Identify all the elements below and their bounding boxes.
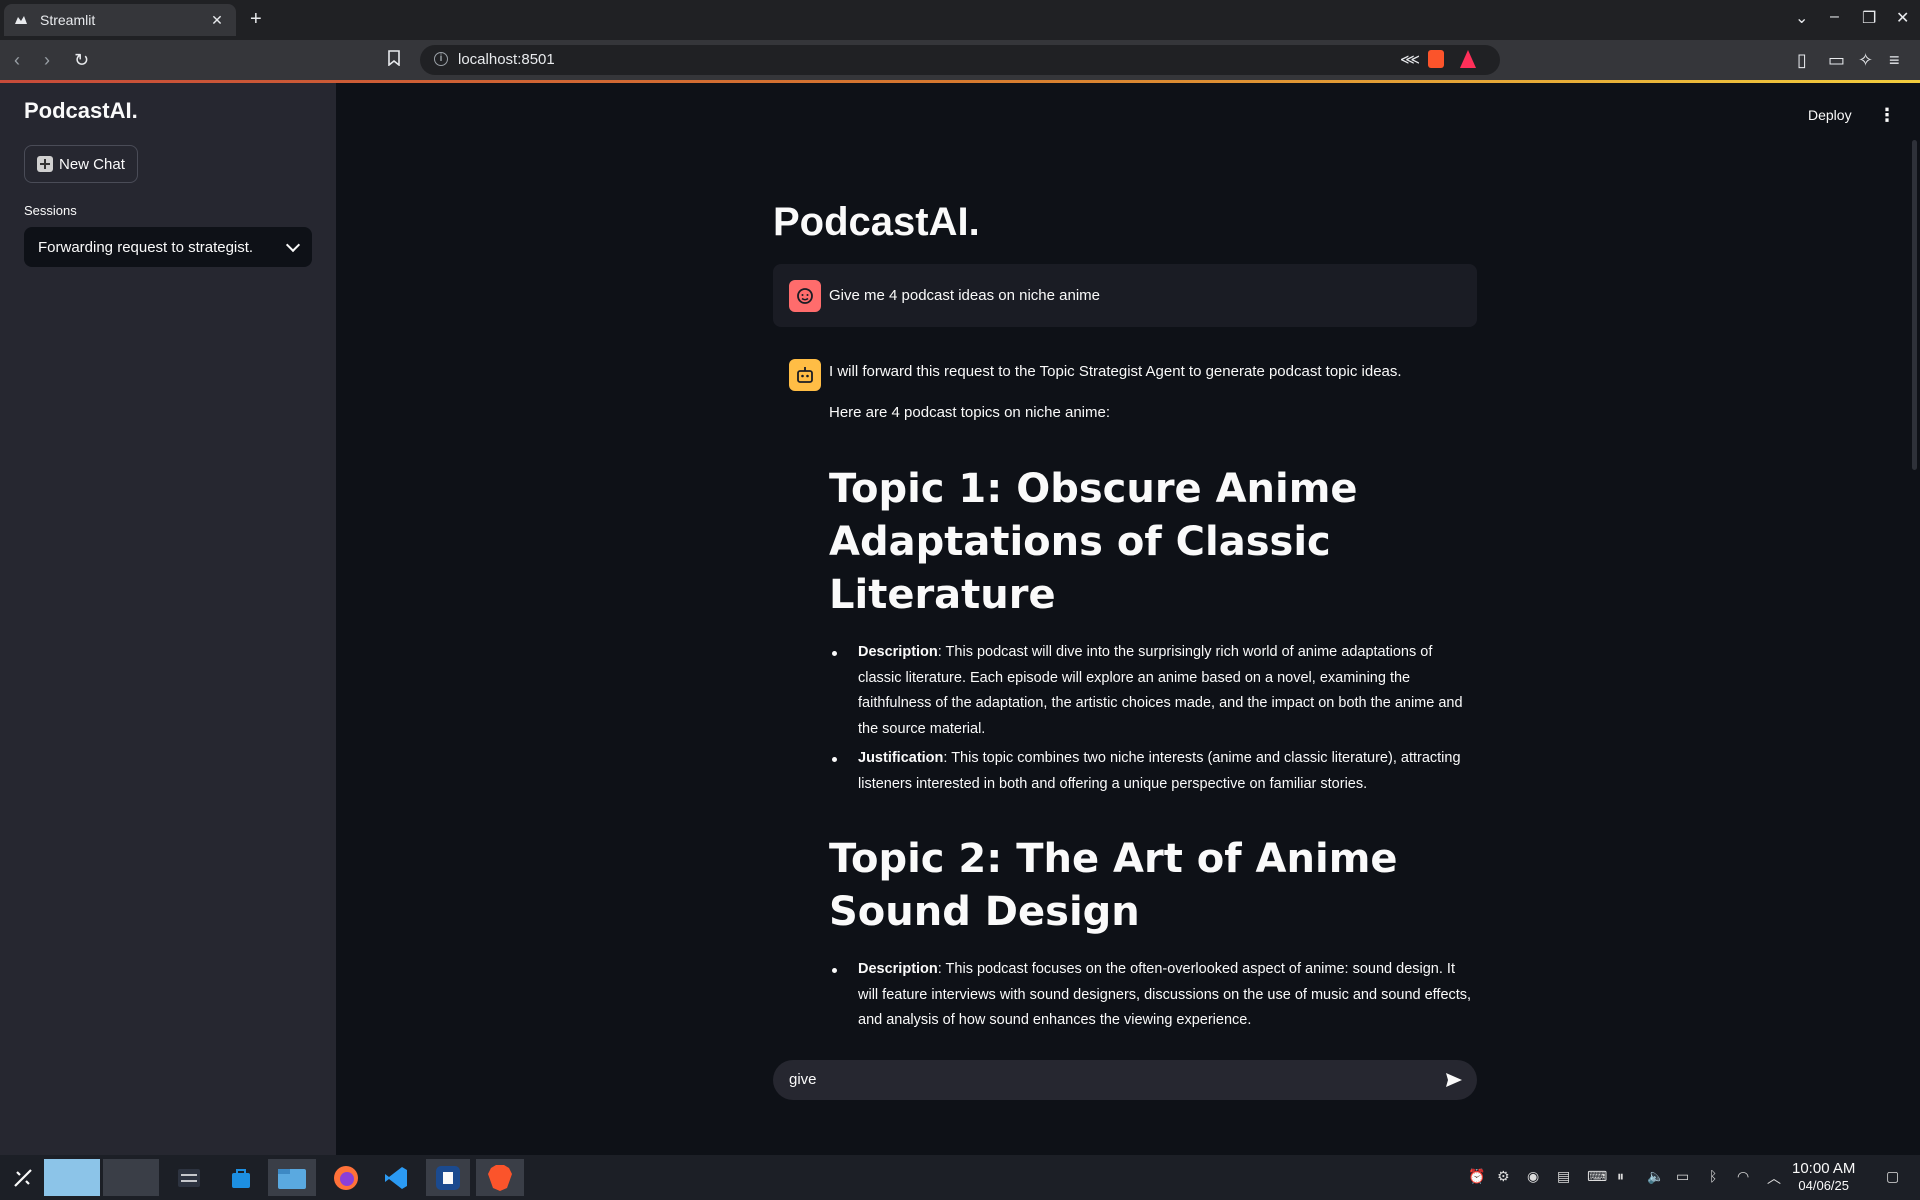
app-launcher-icon[interactable] <box>8 1159 38 1196</box>
tab-title: Streamlit <box>40 12 96 28</box>
browser-tab-bar: Streamlit ✕ + ⌄ – ❐ ✕ <box>0 0 1920 40</box>
reload-icon[interactable]: ↻ <box>74 50 89 70</box>
clock-date: 04/06/25 <box>1798 1178 1849 1193</box>
back-icon[interactable]: ‹ <box>14 50 20 70</box>
leo-ai-icon[interactable]: ✧ <box>1858 50 1873 70</box>
minimize-icon[interactable]: – <box>1830 8 1839 26</box>
notifications-icon[interactable]: ⏰ <box>1468 1168 1485 1185</box>
list-item: Description: This podcast will dive into… <box>829 640 1473 742</box>
new-chat-button[interactable]: New Chat <box>24 145 138 183</box>
sidebar-toggle-icon[interactable]: ▯ <box>1797 50 1807 70</box>
tab-close-icon[interactable]: ✕ <box>208 12 226 29</box>
clock-time: 10:00 AM <box>1792 1160 1856 1177</box>
new-chat-label: New Chat <box>59 155 125 173</box>
session-selected-value: Forwarding request to strategist. <box>38 238 254 256</box>
site-info-icon[interactable]: i <box>434 52 448 66</box>
topic-details-list: Description: This podcast focuses on the… <box>829 957 1473 1038</box>
window-close-icon[interactable]: ✕ <box>1896 8 1909 28</box>
virtual-desktop-1[interactable] <box>44 1159 100 1196</box>
share-icon[interactable]: ⋘ <box>1400 51 1420 68</box>
wallet-icon[interactable]: ▭ <box>1828 50 1845 70</box>
brave-browser-icon[interactable] <box>476 1159 524 1196</box>
browser-toolbar: ‹ › ↻ i localhost:8501 ⋘ ▯ ▭ ✧ ≡ <box>0 40 1920 80</box>
battery-icon[interactable]: ▭ <box>1676 1168 1689 1185</box>
virtual-desktop-2[interactable] <box>103 1159 159 1196</box>
browser-tab[interactable]: Streamlit ✕ <box>4 4 236 36</box>
chevron-down-icon <box>285 237 301 252</box>
sidebar-title: PodcastAI. <box>24 98 138 123</box>
user-chat-message: Give me 4 podcast ideas on niche anime <box>773 264 1477 327</box>
browser-menu-icon[interactable]: ≡ <box>1889 50 1900 70</box>
list-item: Description: This podcast focuses on the… <box>829 957 1473 1034</box>
send-icon[interactable] <box>1445 1071 1463 1089</box>
firefox-icon[interactable] <box>326 1159 366 1196</box>
main-menu-icon[interactable]: ⋮ <box>1878 106 1896 124</box>
bluetooth-icon[interactable]: ᛒ <box>1709 1168 1717 1184</box>
brave-rewards-icon[interactable] <box>1460 50 1476 68</box>
new-tab-button[interactable]: + <box>250 8 262 30</box>
assistant-topics-intro: Here are 4 podcast topics on niche anime… <box>829 404 1110 421</box>
vscode-icon[interactable] <box>376 1159 416 1196</box>
volume-icon[interactable]: 🔈 <box>1647 1168 1664 1185</box>
topic-details-list: Description: This podcast will dive into… <box>829 640 1473 801</box>
chat-input[interactable]: give <box>773 1060 1477 1100</box>
chat-input-value: give <box>789 1071 817 1088</box>
page-title: PodcastAI. <box>773 200 980 244</box>
wifi-icon[interactable]: ◠ <box>1737 1168 1749 1185</box>
discover-store-icon[interactable] <box>224 1159 258 1196</box>
terminal-app-icon[interactable] <box>426 1159 470 1196</box>
file-manager-icon[interactable] <box>268 1159 316 1196</box>
sessions-select[interactable]: Forwarding request to strategist. <box>24 227 312 267</box>
user-message-text: Give me 4 podcast ideas on niche anime <box>829 287 1100 304</box>
scrollbar[interactable] <box>1912 140 1917 470</box>
topic-heading: Topic 2: The Art of Anime Sound Design <box>829 836 1398 935</box>
topic-heading: Topic 1: Obscure Anime Adaptations of Cl… <box>829 466 1358 618</box>
address-bar[interactable]: i localhost:8501 ⋘ <box>420 45 1500 75</box>
deploy-button[interactable]: Deploy <box>1808 107 1852 123</box>
user-avatar <box>789 280 821 312</box>
bookmark-icon[interactable] <box>388 50 400 70</box>
streamlit-favicon-icon <box>14 13 28 27</box>
brave-shields-icon[interactable] <box>1428 50 1444 68</box>
system-settings-icon[interactable] <box>172 1159 206 1196</box>
connections-icon[interactable]: ⚙ <box>1497 1168 1510 1185</box>
media-pause-icon[interactable]: ⏸ <box>1617 1168 1624 1185</box>
updates-icon[interactable]: ◉ <box>1527 1168 1539 1185</box>
restore-icon[interactable]: ❐ <box>1862 8 1876 28</box>
clock[interactable]: 10:00 AM 04/06/25 <box>1792 1160 1855 1193</box>
assistant-avatar <box>789 359 821 391</box>
robot-icon <box>797 367 813 383</box>
plus-icon <box>37 156 53 172</box>
tray-expand-icon[interactable]: ︿ <box>1767 1168 1781 1188</box>
taskbar: ⏰ ⚙ ◉ ▤ ⌨ ⏸ 🔈 ▭ ᛒ ◠ ︿ 10:00 AM 04/06/25 … <box>0 1155 1920 1200</box>
clipboard-icon[interactable]: ▤ <box>1557 1168 1570 1185</box>
keyboard-icon[interactable]: ⌨ <box>1587 1168 1607 1185</box>
list-item: Justification: This topic combines two n… <box>829 746 1473 797</box>
url-text: localhost:8501 <box>458 51 555 68</box>
forward-icon[interactable]: › <box>44 50 50 70</box>
sessions-label: Sessions <box>24 203 77 218</box>
assistant-intro-text: I will forward this request to the Topic… <box>829 363 1402 380</box>
user-face-icon <box>797 288 813 304</box>
tab-search-chevron-icon[interactable]: ⌄ <box>1795 8 1808 28</box>
show-desktop-icon[interactable]: ▢ <box>1886 1168 1899 1185</box>
